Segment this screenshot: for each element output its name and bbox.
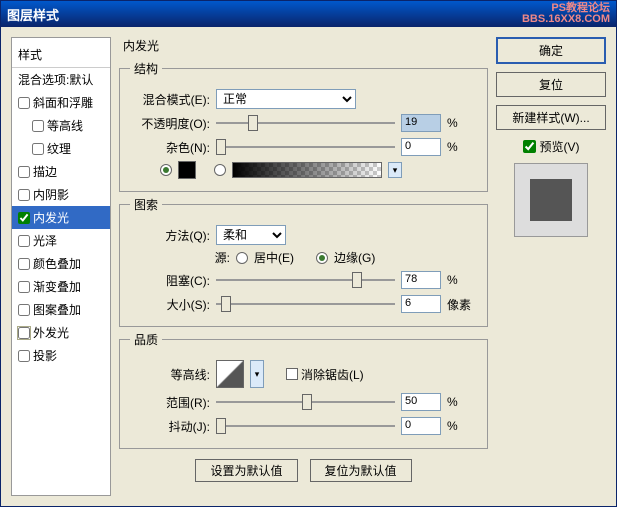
color-solid-radio[interactable] [160, 164, 172, 176]
style-item-checkbox[interactable] [18, 304, 30, 316]
style-item-checkbox[interactable] [18, 212, 30, 224]
jitter-label: 抖动(J): [130, 418, 210, 435]
choke-slider[interactable] [216, 270, 395, 290]
noise-slider[interactable] [216, 137, 395, 157]
size-slider[interactable] [216, 294, 395, 314]
contour-dropdown-icon[interactable]: ▾ [250, 360, 264, 388]
style-item-10[interactable]: 外发光 [12, 321, 110, 344]
size-label: 大小(S): [130, 296, 210, 313]
preview-thumbnail [514, 163, 588, 237]
structure-legend: 结构 [130, 60, 162, 77]
style-item-checkbox[interactable] [18, 97, 30, 109]
window-title: 图层样式 [7, 5, 59, 24]
source-center-radio[interactable] [236, 252, 248, 264]
layer-style-dialog: 图层样式 PS教程论坛 BBS.16XX8.COM 样式 混合选项:默认 斜面和… [0, 0, 617, 507]
style-item-7[interactable]: 颜色叠加 [12, 252, 110, 275]
style-item-label: 光泽 [33, 232, 57, 249]
style-item-label: 等高线 [47, 117, 83, 134]
style-item-label: 描边 [33, 163, 57, 180]
style-item-11[interactable]: 投影 [12, 344, 110, 367]
opacity-input[interactable]: 19 [401, 114, 441, 132]
blend-options-item[interactable]: 混合选项:默认 [12, 68, 110, 91]
style-item-label: 内发光 [33, 209, 69, 226]
style-item-checkbox[interactable] [18, 350, 30, 362]
quality-group: 品质 等高线: ▾ 消除锯齿(L) 范围(R): 50 % [119, 331, 488, 449]
noise-label: 杂色(N): [130, 139, 210, 156]
styles-header: 样式 [12, 42, 110, 68]
jitter-slider[interactable] [216, 416, 395, 436]
titlebar: 图层样式 PS教程论坛 BBS.16XX8.COM [1, 1, 616, 27]
style-item-6[interactable]: 光泽 [12, 229, 110, 252]
elements-group: 图索 方法(Q): 柔和 源: 居中(E) 边缘(G) 阻塞(C): [119, 196, 488, 327]
style-item-checkbox[interactable] [18, 281, 30, 293]
cancel-button[interactable]: 复位 [496, 72, 606, 97]
ok-button[interactable]: 确定 [496, 37, 606, 64]
watermark: PS教程论坛 BBS.16XX8.COM [522, 3, 610, 25]
style-item-1[interactable]: 等高线 [12, 114, 110, 137]
style-item-0[interactable]: 斜面和浮雕 [12, 91, 110, 114]
contour-picker[interactable] [216, 360, 244, 388]
dialog-buttons: 确定 复位 新建样式(W)... 预览(V) [496, 37, 606, 496]
blend-mode-label: 混合模式(E): [130, 91, 210, 108]
style-item-label: 渐变叠加 [33, 278, 81, 295]
style-item-label: 图案叠加 [33, 301, 81, 318]
elements-legend: 图索 [130, 196, 162, 213]
opacity-slider[interactable] [216, 113, 395, 133]
style-item-label: 投影 [33, 347, 57, 364]
make-default-button[interactable]: 设置为默认值 [195, 459, 297, 482]
opacity-label: 不透明度(O): [130, 115, 210, 132]
style-item-checkbox[interactable] [18, 235, 30, 247]
glow-gradient[interactable] [232, 162, 382, 178]
style-item-label: 内阴影 [33, 186, 69, 203]
jitter-input[interactable]: 0 [401, 417, 441, 435]
range-input[interactable]: 50 [401, 393, 441, 411]
style-item-label: 颜色叠加 [33, 255, 81, 272]
noise-input[interactable]: 0 [401, 138, 441, 156]
antialias-checkbox[interactable] [286, 368, 298, 380]
range-slider[interactable] [216, 392, 395, 412]
style-item-checkbox[interactable] [32, 120, 44, 132]
new-style-button[interactable]: 新建样式(W)... [496, 105, 606, 130]
style-item-label: 纹理 [47, 140, 71, 157]
quality-legend: 品质 [130, 331, 162, 348]
choke-input[interactable]: 78 [401, 271, 441, 289]
reset-default-button[interactable]: 复位为默认值 [310, 459, 412, 482]
preview-checkbox[interactable] [523, 140, 536, 153]
contour-label: 等高线: [130, 366, 210, 383]
size-input[interactable]: 6 [401, 295, 441, 313]
style-item-2[interactable]: 纹理 [12, 137, 110, 160]
style-item-4[interactable]: 内阴影 [12, 183, 110, 206]
glow-color-swatch[interactable] [178, 161, 196, 179]
effect-title: 内发光 [123, 37, 488, 54]
range-label: 范围(R): [130, 394, 210, 411]
blend-mode-select[interactable]: 正常 [216, 89, 356, 109]
style-item-label: 外发光 [33, 324, 69, 341]
style-item-9[interactable]: 图案叠加 [12, 298, 110, 321]
choke-label: 阻塞(C): [130, 272, 210, 289]
style-item-checkbox[interactable] [18, 258, 30, 270]
style-item-checkbox[interactable] [18, 327, 30, 339]
style-item-checkbox[interactable] [32, 143, 44, 155]
settings-panel: 内发光 结构 混合模式(E): 正常 不透明度(O): 19 % 杂色(N): [119, 37, 488, 496]
style-item-checkbox[interactable] [18, 166, 30, 178]
source-label: 源: [130, 249, 230, 266]
color-gradient-radio[interactable] [214, 164, 226, 176]
style-item-8[interactable]: 渐变叠加 [12, 275, 110, 298]
styles-list: 样式 混合选项:默认 斜面和浮雕等高线纹理描边内阴影内发光光泽颜色叠加渐变叠加图… [11, 37, 111, 496]
technique-select[interactable]: 柔和 [216, 225, 286, 245]
technique-label: 方法(Q): [130, 227, 210, 244]
style-item-5[interactable]: 内发光 [12, 206, 110, 229]
style-item-3[interactable]: 描边 [12, 160, 110, 183]
style-item-label: 斜面和浮雕 [33, 94, 93, 111]
gradient-dropdown-icon[interactable]: ▾ [388, 162, 402, 178]
style-item-checkbox[interactable] [18, 189, 30, 201]
structure-group: 结构 混合模式(E): 正常 不透明度(O): 19 % 杂色(N): 0 [119, 60, 488, 192]
source-edge-radio[interactable] [316, 252, 328, 264]
